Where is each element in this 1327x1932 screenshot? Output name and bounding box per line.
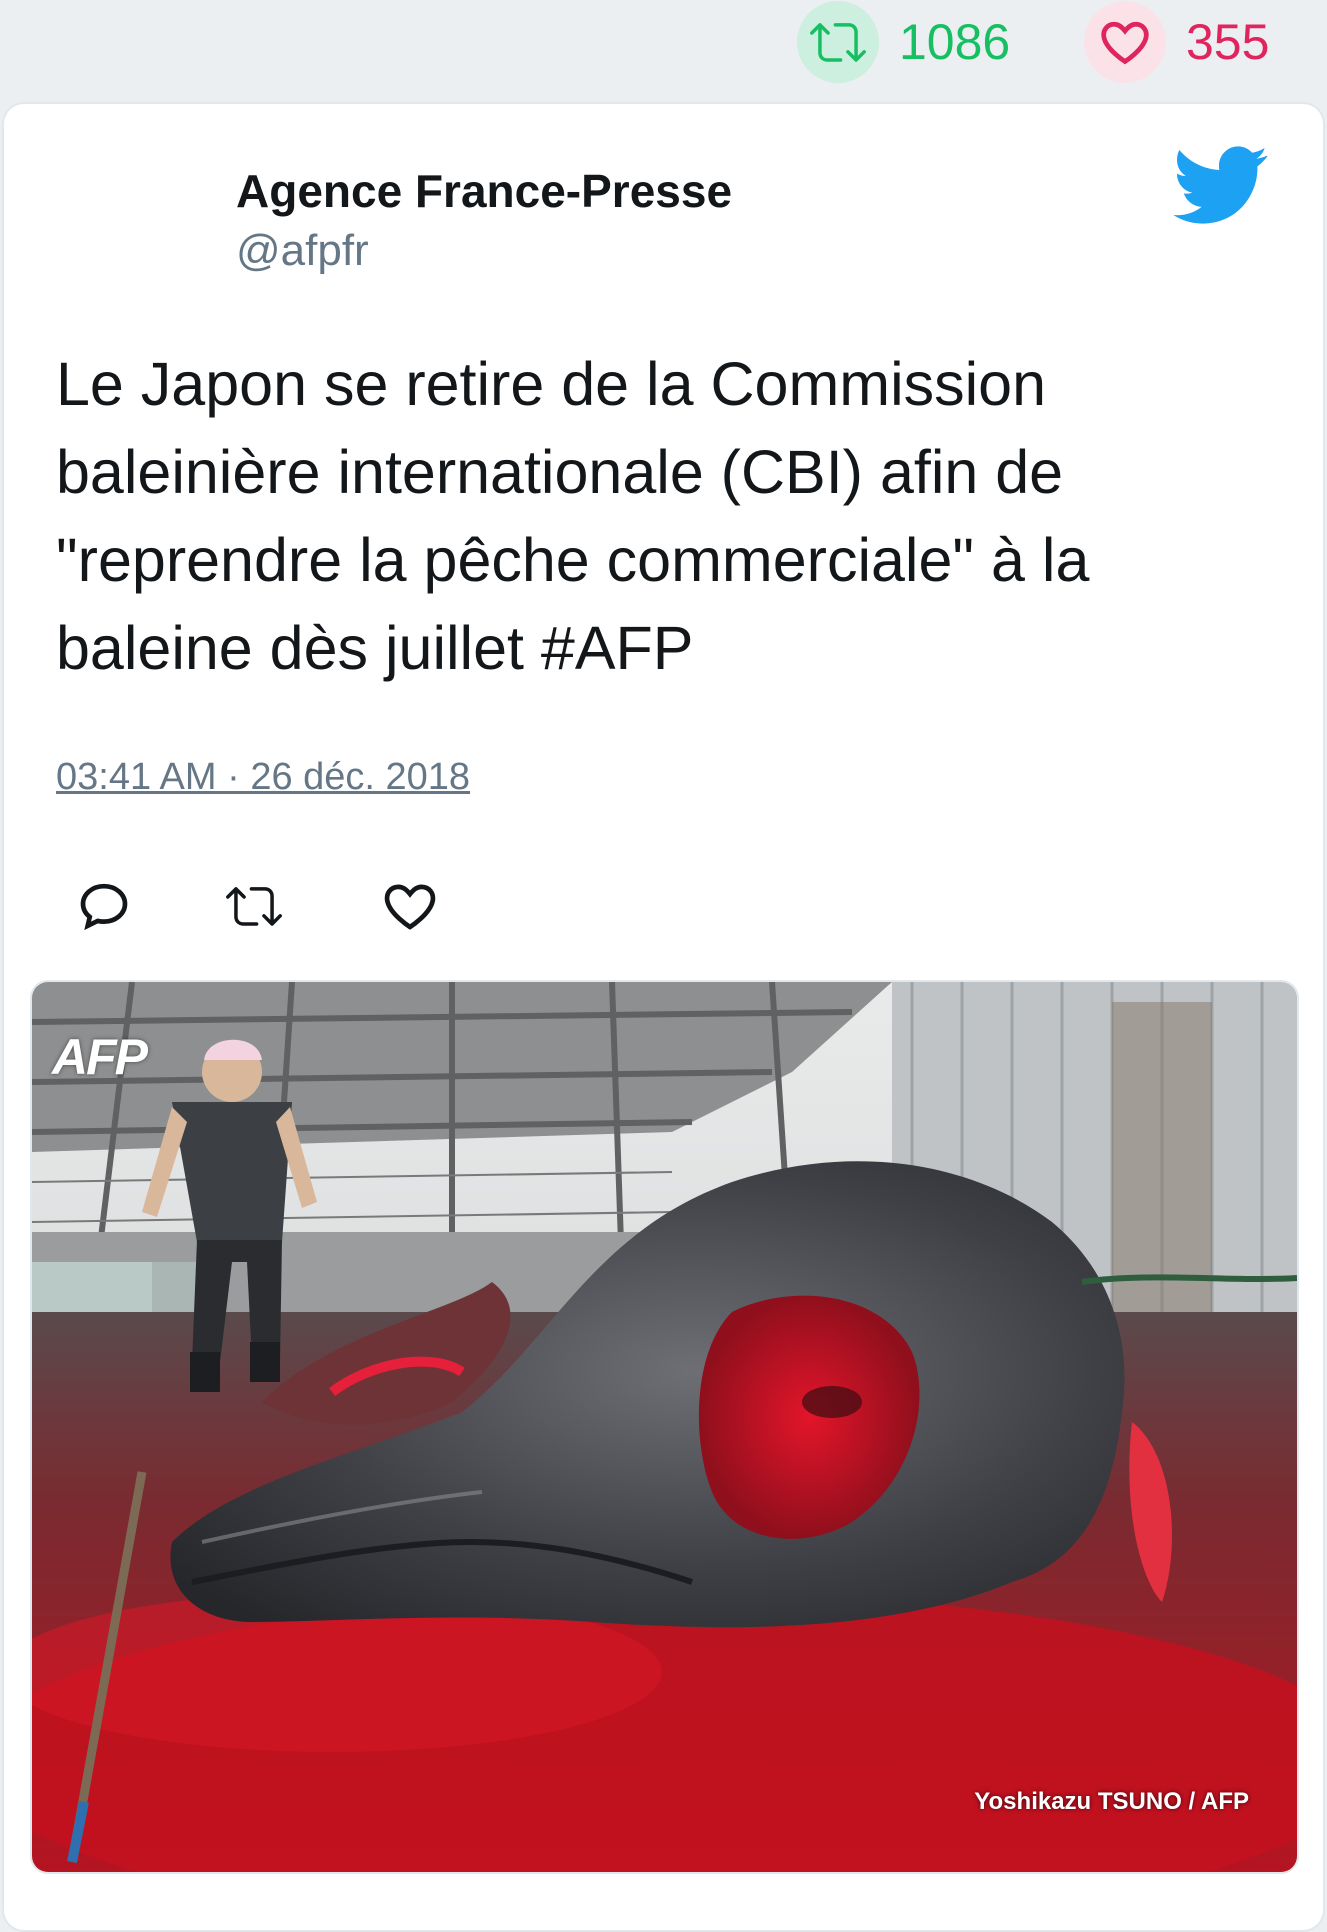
tweet-card: Agence France-Presse @afpfr Le Japon se …	[4, 104, 1323, 1930]
afp-logo: AFP	[52, 1029, 148, 1085]
tweet-text: Le Japon se retire de la Commission bale…	[56, 350, 1090, 682]
author-handle[interactable]: @afpfr	[236, 226, 369, 276]
retweet-icon[interactable]	[224, 878, 282, 934]
engagement-stats: 1086 355	[0, 0, 1327, 100]
tweet-timestamp[interactable]: 03:41 AM · 26 déc. 2018	[56, 756, 470, 799]
heart-icon[interactable]	[382, 878, 438, 934]
photo-credit: Yoshikazu TSUNO / AFP	[974, 1788, 1249, 1815]
heart-stat-icon	[1084, 1, 1166, 83]
author-name[interactable]: Agence France-Presse	[236, 164, 732, 218]
retweet-stat-icon	[797, 1, 879, 83]
like-count-value: 355	[1186, 14, 1270, 70]
photo-scene	[32, 982, 1297, 1872]
retweet-count[interactable]: 1086	[797, 1, 1010, 83]
twitter-bird-icon[interactable]	[1172, 146, 1270, 226]
tweet-photo[interactable]: AFP Yoshikazu TSUNO / AFP	[30, 980, 1299, 1874]
like-count[interactable]: 355	[1084, 1, 1269, 83]
retweet-count-value: 1086	[899, 14, 1011, 70]
reply-icon[interactable]	[76, 878, 132, 934]
